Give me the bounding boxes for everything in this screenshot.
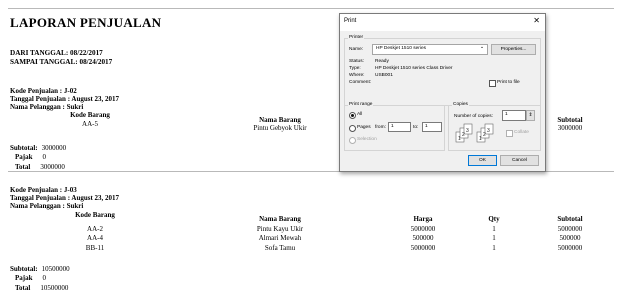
printer-name-label: Name: xyxy=(349,47,364,52)
range-all-radio[interactable] xyxy=(349,112,356,119)
row-kode: AA-4 xyxy=(87,234,103,242)
printer-group-label: Printer xyxy=(348,35,365,41)
where-value: USB001 xyxy=(375,73,393,78)
row-nama: Pintu Kayu Ukir xyxy=(256,225,304,233)
row-kode: BB-11 xyxy=(85,244,105,252)
row-nama: Pintu Gebyok Ukir xyxy=(253,124,307,132)
total-value: 10500000 xyxy=(40,284,69,292)
svg-text:2: 2 xyxy=(462,132,465,138)
row-harga: 5000000 xyxy=(410,244,436,252)
to-value: 1 xyxy=(425,124,428,129)
row-harga: 5000000 xyxy=(410,225,436,233)
type-label: Type: xyxy=(349,66,361,71)
svg-text:3: 3 xyxy=(487,128,490,134)
ok-button[interactable]: OK xyxy=(468,155,497,166)
svg-text:3: 3 xyxy=(466,128,469,134)
cancel-button[interactable]: Cancel xyxy=(500,155,539,166)
from-label: from: xyxy=(375,125,386,130)
from-input[interactable]: 1 xyxy=(388,122,411,132)
collate-checkbox[interactable] xyxy=(506,130,513,137)
range-pages-radio[interactable] xyxy=(349,125,356,132)
range-selection-label: Selection xyxy=(357,137,377,142)
col-kode-barang: Kode Barang xyxy=(75,211,115,219)
print-to-file-checkbox[interactable] xyxy=(489,80,496,87)
row-kode: AA-2 xyxy=(87,225,103,233)
range-all-label: All xyxy=(357,112,363,117)
copies-spinner[interactable]: ⇕ xyxy=(526,110,535,121)
col-subtotal: Subtotal xyxy=(557,215,583,223)
chevron-down-icon: ⌄ xyxy=(479,45,484,50)
from-value: 1 xyxy=(391,124,394,129)
col-qty: Qty xyxy=(488,215,500,223)
type-value: HP Deskjet 1510 series Class Driver xyxy=(375,66,453,71)
col-harga: Harga xyxy=(413,215,433,223)
close-icon[interactable]: ✕ xyxy=(533,16,540,26)
svg-text:1: 1 xyxy=(479,136,482,142)
to-input[interactable]: 1 xyxy=(422,122,442,132)
svg-text:1: 1 xyxy=(458,136,461,142)
collate-pages-icon: 123 123 xyxy=(455,123,507,150)
svg-text:2: 2 xyxy=(483,132,486,138)
date-to: SAMPAI TANGGAL: 08/24/2017 xyxy=(10,58,113,66)
row-subtotal: 5000000 xyxy=(557,225,583,233)
row-subtotal: 500000 xyxy=(559,234,581,242)
copies-value: 1 xyxy=(505,112,508,117)
print-range-label: Print range xyxy=(348,102,374,108)
range-selection-radio[interactable] xyxy=(349,137,356,144)
copies-group-label: Copies xyxy=(452,102,469,108)
printer-name-value: HP Deskjet 1510 series xyxy=(376,46,427,51)
col-kode-barang: Kode Barang xyxy=(70,111,110,119)
print-dialog: Print ✕ Printer Name: HP Deskjet 1510 se… xyxy=(339,13,546,172)
total-label: Total xyxy=(15,163,31,171)
total-label: Total xyxy=(15,284,31,292)
top-divider xyxy=(8,8,614,9)
dialog-titlebar[interactable]: Print ✕ xyxy=(340,14,545,31)
comment-label: Comment: xyxy=(349,80,372,85)
row-harga: 500000 xyxy=(412,234,434,242)
sale-total: Total 10500000 xyxy=(15,277,68,295)
row-kode: AA-5 xyxy=(82,120,98,128)
properties-button[interactable]: Properties... xyxy=(491,44,536,55)
row-qty: 1 xyxy=(492,225,496,233)
range-pages-label: Pages xyxy=(357,125,371,130)
row-qty: 1 xyxy=(492,234,496,242)
collate-label: Collate xyxy=(514,130,529,135)
print-to-file-label: Print to file xyxy=(497,80,520,85)
total-value: 3000000 xyxy=(40,163,65,171)
printer-name-select[interactable]: HP Deskjet 1510 series ⌄ xyxy=(372,44,488,55)
where-label: Where: xyxy=(349,73,365,78)
copies-label: Number of copies: xyxy=(454,114,493,119)
row-subtotal: 5000000 xyxy=(557,244,583,252)
row-subtotal: 3000000 xyxy=(557,124,583,132)
date-from: DARI TANGGAL: 08/22/2017 xyxy=(10,49,103,57)
row-nama: Almari Mewah xyxy=(258,234,302,242)
status-value: Ready xyxy=(375,59,389,64)
row-qty: 1 xyxy=(492,244,496,252)
report-title: LAPORAN PENJUALAN xyxy=(10,15,162,30)
sale-customer: Nama Pelanggan : Sukri xyxy=(10,202,84,210)
copies-input[interactable]: 1 xyxy=(502,110,526,121)
row-nama: Sofa Tamu xyxy=(264,244,296,252)
to-label: to: xyxy=(413,125,419,130)
col-nama-barang: Nama Barang xyxy=(259,215,301,223)
status-label: Status: xyxy=(349,59,364,64)
dialog-title: Print xyxy=(344,18,357,24)
